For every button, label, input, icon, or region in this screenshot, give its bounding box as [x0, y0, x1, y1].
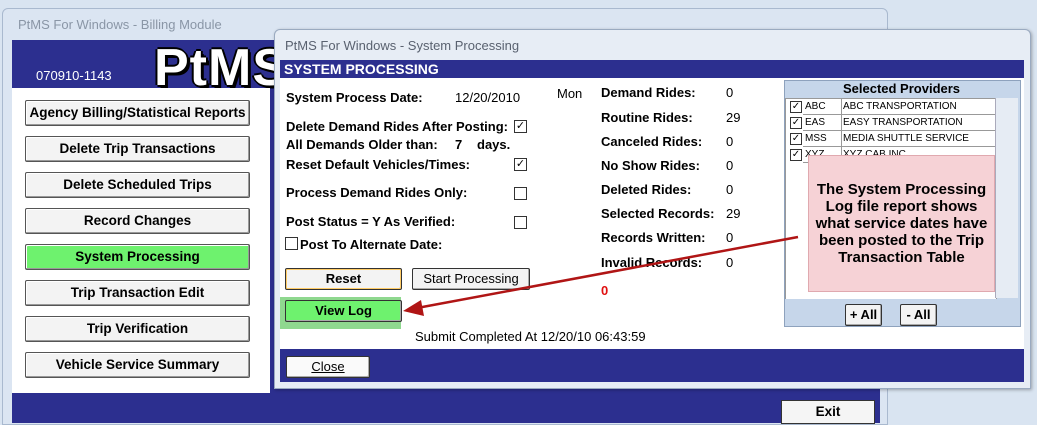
provider-row[interactable]: ✓ EAS EASY TRANSPORTATION — [786, 115, 996, 131]
post-alternate-checkbox[interactable] — [285, 237, 298, 250]
exit-button[interactable]: Exit — [781, 400, 875, 424]
menu-trip-transaction-edit-button[interactable]: Trip Transaction Edit — [25, 280, 250, 306]
provider-checkbox[interactable]: ✓ — [790, 133, 802, 145]
provider-code: ABC — [803, 99, 842, 115]
process-demand-only-label: Process Demand Rides Only: — [286, 185, 468, 200]
older-than-label: All Demands Older than: — [286, 137, 438, 152]
stat-canceled-rides-value: 0 — [726, 134, 734, 149]
provider-name: MEDIA SHUTTLE SERVICE — [841, 131, 996, 147]
menu-panel — [12, 88, 270, 393]
menu-system-processing-button[interactable]: System Processing — [25, 244, 250, 270]
reset-button[interactable]: Reset — [285, 268, 402, 290]
post-status-checkbox[interactable] — [514, 216, 527, 229]
process-date-label: System Process Date: — [286, 90, 423, 105]
reset-defaults-label: Reset Default Vehicles/Times: — [286, 157, 471, 172]
stat-demand-rides-value: 0 — [726, 85, 734, 100]
system-processing-heading: SYSTEM PROCESSING — [284, 61, 439, 77]
provider-checkbox[interactable]: ✓ — [790, 149, 802, 161]
delete-demand-checkbox[interactable]: ✓ — [514, 120, 527, 133]
delete-demand-label: Delete Demand Rides After Posting: — [286, 119, 509, 134]
view-log-button[interactable]: View Log — [285, 300, 402, 322]
stat-canceled-rides-label: Canceled Rides: — [601, 134, 703, 149]
annotation-arrow-icon — [403, 235, 799, 316]
reset-defaults-checkbox[interactable]: ✓ — [514, 158, 527, 171]
remove-all-button[interactable]: - All — [900, 304, 937, 326]
menu-record-changes-button[interactable]: Record Changes — [25, 208, 250, 234]
stat-deleted-rides-label: Deleted Rides: — [601, 182, 692, 197]
stat-selected-records-value: 29 — [726, 206, 741, 221]
stat-no-show-rides-label: No Show Rides: — [601, 158, 700, 173]
menu-agency-billing-button[interactable]: Agency Billing/Statistical Reports — [25, 100, 250, 126]
provider-name: ABC TRANSPORTATION — [841, 99, 996, 115]
status-text: Submit Completed At 12/20/10 06:43:59 — [415, 329, 646, 344]
older-than-unit: days. — [477, 137, 511, 152]
stat-demand-rides-label: Demand Rides: — [601, 85, 696, 100]
menu-delete-scheduled-trips-button[interactable]: Delete Scheduled Trips — [25, 172, 250, 198]
provider-name: EASY TRANSPORTATION — [841, 115, 996, 131]
post-status-label: Post Status = Y As Verified: — [286, 214, 456, 229]
provider-row[interactable]: ✓ ABC ABC TRANSPORTATION — [786, 99, 996, 115]
stat-routine-rides-label: Routine Rides: — [601, 110, 693, 125]
stat-no-show-rides-value: 0 — [726, 158, 734, 173]
providers-title: Selected Providers — [785, 81, 1018, 97]
system-processing-title: PtMS For Windows - System Processing — [285, 38, 520, 53]
provider-row[interactable]: ✓ MSS MEDIA SHUTTLE SERVICE — [786, 131, 996, 147]
process-date-value[interactable]: 12/20/2010 — [455, 90, 520, 105]
process-demand-only-checkbox[interactable] — [514, 187, 527, 200]
providers-scrollbar[interactable] — [995, 98, 1018, 298]
menu-trip-verification-button[interactable]: Trip Verification — [25, 316, 250, 342]
older-than-value[interactable]: 7 — [455, 137, 462, 152]
provider-checkbox[interactable]: ✓ — [790, 117, 802, 129]
stat-routine-rides-value: 29 — [726, 110, 741, 125]
add-all-button[interactable]: + All — [845, 304, 882, 326]
annotation-callout: The System Processing Log file report sh… — [808, 155, 995, 292]
close-button-label: Close — [311, 359, 345, 374]
billing-window-title: PtMS For Windows - Billing Module — [18, 17, 222, 32]
provider-checkbox[interactable]: ✓ — [790, 101, 802, 113]
version-number: 070910-1143 — [36, 68, 112, 83]
provider-code: EAS — [803, 115, 842, 131]
provider-code: MSS — [803, 131, 842, 147]
system-processing-footer — [280, 349, 1024, 382]
close-button[interactable]: Close — [286, 356, 370, 378]
menu-vehicle-service-summary-button[interactable]: Vehicle Service Summary — [25, 352, 250, 378]
weekday-text: Mon — [557, 86, 583, 101]
stat-deleted-rides-value: 0 — [726, 182, 734, 197]
menu-delete-trip-transactions-button[interactable]: Delete Trip Transactions — [25, 136, 250, 162]
stat-selected-records-label: Selected Records: — [601, 206, 715, 221]
